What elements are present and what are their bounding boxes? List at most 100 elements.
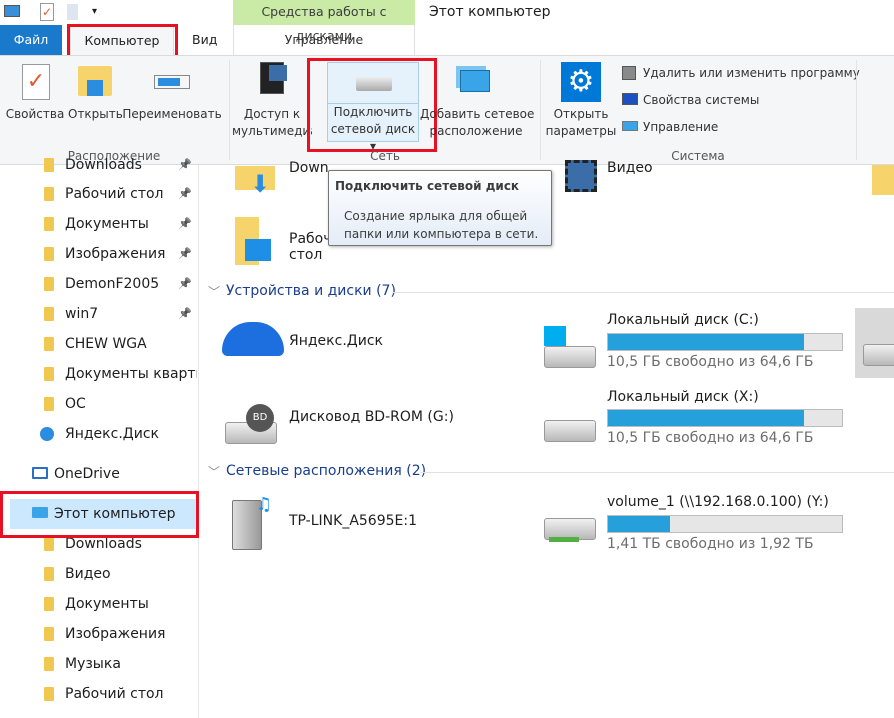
folder-icon bbox=[44, 337, 54, 351]
manage-button[interactable]: Управление bbox=[643, 120, 718, 134]
system-properties-icon bbox=[622, 93, 638, 105]
sidebar-item[interactable]: Downloads 📌 bbox=[0, 150, 198, 180]
sidebar-item[interactable]: CHEW WGA bbox=[0, 329, 198, 359]
drive-c-label[interactable]: Локальный диск (C:) bbox=[607, 312, 759, 328]
add-network-location-icon bbox=[460, 70, 490, 92]
sidebar-item[interactable]: Документы 📌 bbox=[0, 209, 198, 239]
device-yandex-disk[interactable]: Яндекс.Диск bbox=[289, 333, 383, 349]
volume-usage-fill bbox=[608, 516, 671, 532]
hard-drive-icon bbox=[863, 344, 894, 366]
sidebar-item[interactable]: Видео bbox=[0, 559, 198, 589]
drive-c-usage-fill bbox=[608, 334, 804, 350]
volume-free-space: 1,41 ТБ свободно из 1,92 ТБ bbox=[607, 536, 814, 552]
network-section-header[interactable]: Сетевые расположения (2) bbox=[226, 463, 426, 479]
hard-drive-icon bbox=[544, 420, 596, 442]
device-bd-rom[interactable]: Дисковод BD-ROM (G:) bbox=[289, 409, 454, 425]
network-volume-label[interactable]: volume_1 (\\192.168.0.100) (Y:) bbox=[607, 494, 829, 510]
properties-quick-icon[interactable]: ✓ bbox=[40, 3, 54, 21]
desktop-folder-icon bbox=[235, 217, 271, 265]
pin-icon[interactable]: 📌 bbox=[178, 150, 192, 180]
uninstall-program-button[interactable]: Удалить или изменить программу bbox=[643, 66, 860, 80]
properties-button[interactable]: Свойства bbox=[4, 106, 66, 123]
pin-icon[interactable]: 📌 bbox=[178, 239, 192, 269]
windows-logo-icon bbox=[544, 326, 566, 346]
pin-icon[interactable]: 📌 bbox=[178, 209, 192, 239]
open-button[interactable]: Открыть bbox=[68, 106, 123, 123]
folder-icon bbox=[44, 567, 54, 581]
media-access-button[interactable]: Доступ к мультимедиа ▾ bbox=[232, 106, 312, 140]
add-network-location-button[interactable]: Добавить сетевое расположение bbox=[420, 106, 535, 140]
drive-x-free-space: 10,5 ГБ свободно из 64,6 ГБ bbox=[607, 430, 814, 446]
tab-manage[interactable]: Управление bbox=[233, 25, 415, 55]
sidebar-item-label: Музыка bbox=[65, 656, 121, 672]
folder-video[interactable]: Видео bbox=[607, 160, 653, 176]
sidebar-item[interactable]: OC bbox=[0, 389, 198, 419]
sidebar-item-label: Видео bbox=[65, 566, 111, 582]
pin-icon[interactable]: 📌 bbox=[178, 269, 192, 299]
highlight-box bbox=[307, 58, 437, 152]
media-access-label-1: Доступ к bbox=[243, 107, 301, 121]
tooltip-title: Подключить сетевой диск bbox=[335, 179, 520, 193]
highlight-box bbox=[0, 491, 199, 538]
sidebar-item[interactable]: OneDrive bbox=[0, 459, 198, 489]
hard-drive-icon bbox=[544, 346, 596, 368]
collapse-chevron-icon[interactable]: ﹀ bbox=[208, 283, 220, 300]
sidebar-item-label: Документы кварти bbox=[65, 366, 197, 382]
drive-x-usage-bar bbox=[607, 409, 843, 427]
sidebar-item-label: OneDrive bbox=[54, 466, 120, 482]
bd-disc-icon: BD bbox=[246, 404, 274, 432]
network-drive-icon bbox=[544, 518, 596, 542]
drive-x-label[interactable]: Локальный диск (X:) bbox=[607, 389, 759, 405]
system-properties-button[interactable]: Свойства системы bbox=[643, 93, 759, 107]
media-access-icon bbox=[260, 62, 287, 94]
folder-quick-icon[interactable] bbox=[67, 4, 78, 20]
sidebar-item[interactable]: Рабочий стол bbox=[0, 679, 198, 709]
pin-icon[interactable]: 📌 bbox=[178, 299, 192, 329]
network-tplink[interactable]: TP-LINK_A5695E:1 bbox=[289, 513, 417, 529]
settings-gear-icon: ⚙ bbox=[561, 62, 601, 102]
media-access-label-2: мультимедиа ▾ bbox=[232, 124, 312, 138]
context-tab-disk-tools: Средства работы с дисками bbox=[233, 0, 415, 43]
tab-file[interactable]: Файл bbox=[0, 25, 62, 55]
sidebar-item-label: Документы bbox=[65, 596, 149, 612]
customize-toolbar-icon[interactable]: ▾ bbox=[92, 6, 97, 17]
collapse-chevron-icon[interactable]: ﹀ bbox=[208, 463, 220, 480]
folder-icon bbox=[44, 158, 54, 172]
computer-icon bbox=[4, 5, 20, 17]
sidebar-item-label: OC bbox=[65, 396, 86, 412]
video-folder-icon bbox=[565, 160, 597, 192]
folder-icon bbox=[872, 165, 894, 195]
sidebar-item[interactable]: Изображения 📌 bbox=[0, 239, 198, 269]
add-location-label-1: Добавить сетевое bbox=[420, 107, 535, 121]
folder-downloads[interactable]: Downloads bbox=[289, 160, 329, 176]
sidebar-item[interactable]: DemonF2005 📌 bbox=[0, 269, 198, 299]
sidebar-item-label: Рабочий стол bbox=[65, 686, 164, 702]
folder-desktop[interactable]: Рабочий стол bbox=[289, 231, 329, 263]
folder-icon bbox=[44, 627, 54, 641]
selected-item-partial[interactable] bbox=[855, 308, 894, 378]
sidebar-item[interactable]: Музыка bbox=[0, 649, 198, 679]
sidebar-item[interactable]: Яндекс.Диск bbox=[0, 419, 198, 449]
uninstall-program-icon bbox=[622, 66, 636, 80]
sidebar-item[interactable]: Рабочий стол 📌 bbox=[0, 179, 198, 209]
sidebar-item[interactable]: Изображения bbox=[0, 619, 198, 649]
sidebar-item[interactable]: win7 📌 bbox=[0, 299, 198, 329]
folder-icon bbox=[44, 247, 54, 261]
tooltip-text: Создание ярлыка для общей папки или компь… bbox=[344, 209, 539, 241]
devices-section-header[interactable]: Устройства и диски (7) bbox=[226, 283, 396, 299]
folder-icon bbox=[44, 277, 54, 291]
yandex-disk-icon bbox=[40, 427, 54, 441]
highlight-box bbox=[67, 24, 178, 58]
sidebar-item[interactable]: Документы кварти bbox=[0, 359, 198, 389]
open-settings-button[interactable]: Открыть параметры bbox=[544, 106, 618, 140]
add-location-label-2: расположение bbox=[429, 124, 523, 138]
drive-c-free-space: 10,5 ГБ свободно из 64,6 ГБ bbox=[607, 354, 814, 370]
pin-icon[interactable]: 📌 bbox=[178, 179, 192, 209]
folder-icon bbox=[44, 397, 54, 411]
rename-button[interactable]: Переименовать bbox=[122, 106, 222, 123]
open-settings-label-2: параметры bbox=[545, 124, 617, 138]
sidebar-item[interactable]: Документы bbox=[0, 589, 198, 619]
tab-view[interactable]: Вид bbox=[182, 25, 227, 55]
drive-x-usage-fill bbox=[608, 410, 804, 426]
sidebar-item-label: Изображения bbox=[65, 626, 166, 642]
